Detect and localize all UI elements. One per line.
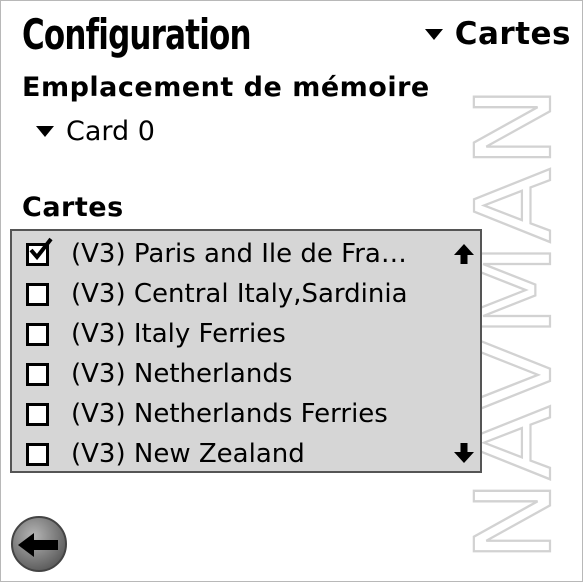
- triangle-down-icon: [424, 28, 443, 40]
- list-item[interactable]: (V3) Paris and Ile de Fra…: [12, 234, 442, 274]
- checkbox-icon[interactable]: [26, 237, 53, 266]
- list-item-label: (V3) Italy Ferries: [71, 319, 286, 349]
- list-item[interactable]: (V3) Central Italy,Sardinia: [12, 274, 442, 314]
- memory-card-label: Card 0: [66, 116, 155, 147]
- watermark-text: NAVMAN: [468, 86, 568, 562]
- checkbox-icon[interactable]: [26, 362, 49, 386]
- list-item-label: (V3) Netherlands Ferries: [71, 399, 388, 429]
- list-item-label: (V3) Paris and Ile de Fra…: [71, 239, 407, 269]
- arrow-up-icon[interactable]: [452, 242, 476, 266]
- list-item-label: (V3) Netherlands: [71, 359, 293, 389]
- checkbox-icon[interactable]: [26, 442, 49, 466]
- checkbox-icon[interactable]: [26, 322, 49, 346]
- list-item[interactable]: (V3) Netherlands: [12, 354, 442, 394]
- arrow-down-icon[interactable]: [452, 441, 476, 465]
- list-item[interactable]: (V3) New Zealand: [12, 434, 442, 474]
- triangle-down-icon: [36, 126, 54, 137]
- category-dropdown[interactable]: Cartes: [424, 16, 571, 52]
- checkbox-icon[interactable]: [26, 402, 49, 426]
- maps-list[interactable]: (V3) Paris and Ile de Fra… (V3) Central …: [10, 229, 482, 473]
- navman-watermark: NAVMAN: [468, 85, 568, 562]
- checkbox-icon[interactable]: [26, 282, 49, 306]
- list-item-label: (V3) Central Italy,Sardinia: [71, 279, 408, 309]
- category-dropdown-label: Cartes: [454, 16, 571, 52]
- list-item[interactable]: (V3) Netherlands Ferries: [12, 394, 442, 434]
- checkmark-icon: [29, 237, 53, 260]
- page-title: Configuration: [22, 10, 252, 59]
- memory-section-label: Emplacement de mémoire: [22, 72, 430, 103]
- maps-section-label: Cartes: [22, 192, 124, 223]
- list-item-label: (V3) New Zealand: [71, 439, 305, 469]
- back-button[interactable]: [10, 515, 68, 573]
- memory-card-dropdown[interactable]: Card 0: [36, 116, 155, 147]
- list-item[interactable]: (V3) Italy Ferries: [12, 314, 442, 354]
